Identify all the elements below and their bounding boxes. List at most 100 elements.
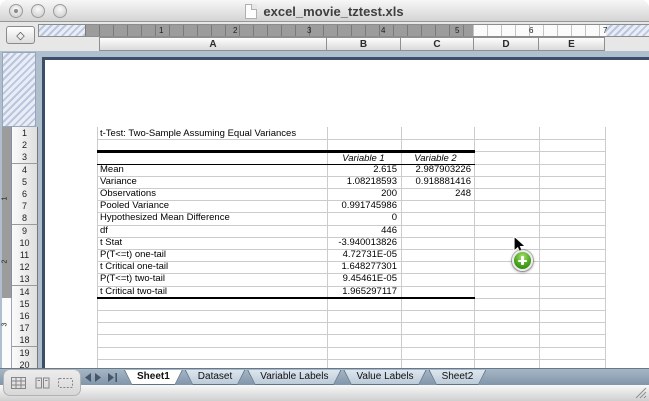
ruler-toolbar: ◇ 1 2 3 4 5 6 7 ABCDE	[0, 22, 649, 51]
sheet-tab-label: Sheet1	[137, 371, 170, 382]
table-value-variable1[interactable]: 200	[327, 188, 397, 200]
table-row-label[interactable]: Variance	[100, 176, 137, 188]
table-value-variable1[interactable]: 446	[327, 225, 397, 237]
last-sheet-button[interactable]	[107, 372, 118, 382]
vruler-used-area	[2, 127, 12, 298]
sheet-tab-label: Dataset	[197, 371, 233, 382]
ruler-number: 6	[529, 26, 534, 35]
title-bar: excel_movie_tztest.xls	[0, 0, 649, 22]
table-row-label[interactable]: t Critical one-tail	[100, 261, 168, 273]
column-header-A[interactable]: A	[99, 37, 327, 51]
ruler-number: 7	[603, 26, 608, 35]
vertical-ruler-top-margin	[2, 52, 36, 127]
sheet-tab-dataset[interactable]: Dataset	[185, 370, 245, 385]
normal-view-button[interactable]	[10, 376, 28, 390]
row-header-3[interactable]: 3	[12, 151, 38, 165]
page-break-icon	[58, 377, 73, 388]
column-header-B[interactable]: B	[327, 37, 401, 51]
row-header-6[interactable]: 6	[12, 188, 38, 201]
column-header-C[interactable]: C	[401, 37, 474, 51]
sheet-tab-value-labels[interactable]: Value Labels	[343, 370, 426, 385]
vruler-number: 2	[1, 259, 9, 264]
vruler-free-area	[2, 298, 12, 368]
sheet-tab-sheet2[interactable]: Sheet2	[429, 370, 487, 385]
table-row-label[interactable]: Mean	[100, 164, 124, 176]
table-row-label[interactable]: Pooled Variance	[100, 200, 169, 212]
table-row-label[interactable]: df	[100, 225, 108, 237]
excel-window: excel_movie_tztest.xls ◇ 1234567 ABCDE 1…	[0, 0, 649, 401]
row-header-20[interactable]: 20	[12, 358, 38, 368]
row-header-10[interactable]: 10	[12, 236, 38, 250]
column-header-E[interactable]: E	[539, 37, 605, 51]
window-bottom-bar	[0, 385, 649, 401]
table-value-variable2[interactable]: 2.987903226	[400, 164, 471, 176]
ruler-number: 1	[159, 26, 164, 35]
row-header-18[interactable]: 18	[12, 334, 38, 348]
ruler-number: 2	[233, 26, 238, 35]
document-icon	[245, 3, 258, 19]
table-row-label[interactable]: Hypothesized Mean Difference	[100, 212, 230, 224]
table-value-variable1[interactable]: -3.940013826	[327, 237, 397, 249]
ttest-results-table[interactable]: t-Test: Two-Sample Assuming Equal Varian…	[97, 127, 475, 368]
table-bottom-border	[97, 296, 475, 300]
horizontal-ruler: 1 2 3 4 5 6 7	[38, 24, 649, 37]
table-row-label[interactable]: P(T<=t) two-tail	[100, 273, 165, 285]
ruler-number: 5	[455, 26, 460, 35]
next-sheet-button[interactable]	[95, 372, 103, 382]
sheet-tab-label: Value Labels	[356, 371, 414, 382]
ruler-right-margin	[606, 25, 649, 36]
vruler-number: 1	[1, 196, 9, 201]
row-header-9[interactable]: 9	[12, 224, 38, 238]
row-header-5[interactable]: 5	[12, 175, 38, 189]
table-row-label[interactable]: t Stat	[100, 237, 122, 249]
previous-sheet-button[interactable]	[83, 372, 91, 382]
table-row-label[interactable]: Observations	[100, 188, 156, 200]
resize-grip[interactable]	[634, 386, 647, 399]
row-header-16[interactable]: 16	[12, 310, 38, 323]
sheet-tab-label: Sheet2	[441, 371, 474, 382]
table-value-variable1[interactable]: 0	[327, 212, 397, 224]
table-value-variable1[interactable]: 1.08218593	[327, 176, 397, 188]
sheet-tab-variable-labels[interactable]: Variable Labels	[247, 370, 341, 385]
vruler-number: 3	[1, 322, 9, 327]
ruler-number: 3	[307, 26, 312, 35]
table-title-cell[interactable]: t-Test: Two-Sample Assuming Equal Varian…	[100, 128, 296, 140]
row-header-13[interactable]: 13	[12, 273, 38, 287]
sheet-tab-label: Variable Labels	[260, 371, 329, 382]
row-header-1[interactable]: 1	[12, 127, 38, 140]
diamond-icon: ◇	[16, 29, 25, 42]
column-header-D[interactable]: D	[474, 37, 539, 51]
row-header-8[interactable]: 8	[12, 212, 38, 226]
table-value-variable2[interactable]: 0.918881416	[400, 176, 471, 188]
row-header-14[interactable]: 14	[12, 285, 38, 299]
page-layout-icon	[35, 377, 49, 388]
ruler-left-margin	[39, 25, 85, 36]
table-value-variable1[interactable]: 0.991745986	[327, 200, 397, 212]
table-row-label[interactable]: P(T<=t) one-tail	[100, 249, 166, 261]
page-layout-view-button[interactable]	[33, 376, 51, 390]
sheet-tab-sheet1[interactable]: Sheet1	[124, 370, 183, 385]
window-title: excel_movie_tztest.xls	[263, 3, 404, 19]
table-value-variable1[interactable]: 1.648277301	[327, 261, 397, 273]
table-value-variable1[interactable]: 2.615	[327, 164, 397, 176]
row-header-12[interactable]: 12	[12, 261, 38, 275]
table-value-variable1[interactable]: 9.45461E-05	[327, 273, 397, 285]
view-buttons-panel	[3, 369, 81, 396]
table-value-variable2[interactable]: 248	[400, 188, 471, 200]
row-header-15[interactable]: 15	[12, 297, 38, 311]
grid-view-icon	[11, 376, 26, 389]
row-header-2[interactable]: 2	[12, 139, 38, 153]
ruler-number: 4	[381, 26, 386, 35]
table-value-variable1[interactable]: 4.72731E-05	[327, 249, 397, 261]
row-header-19[interactable]: 19	[12, 346, 38, 360]
row-header-17[interactable]: 17	[12, 322, 38, 336]
select-all-corner-button[interactable]: ◇	[6, 26, 35, 44]
vertical-ruler: 1 2 3	[1, 127, 12, 368]
row-header-11[interactable]: 11	[12, 249, 38, 262]
row-header-4[interactable]: 4	[12, 163, 38, 177]
row-header-7[interactable]: 7	[12, 200, 38, 214]
row-headers: 1 2 3 4 5 6 7 8 9 10 11 12 13 14 15 16 17 18 19 20	[12, 127, 38, 368]
ruler-used-area	[85, 25, 473, 36]
page-break-view-button[interactable]	[57, 376, 75, 390]
sheet-tab-bar: Sheet1 Dataset Variable Labels Value Labels…	[0, 368, 649, 385]
